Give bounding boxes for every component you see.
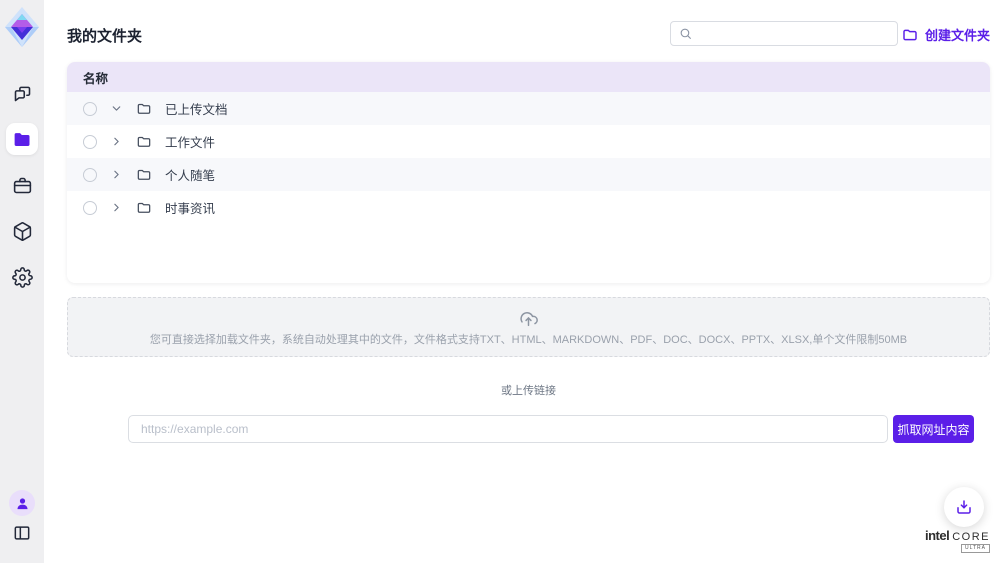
sidebar-item-folders[interactable] xyxy=(6,123,38,155)
ultra-badge: ultra xyxy=(961,544,990,553)
folder-name: 已上传文档 xyxy=(165,99,228,118)
core-wordmark: core xyxy=(952,531,990,543)
link-divider-label: 或上传链接 xyxy=(67,382,990,398)
app-logo xyxy=(4,6,40,48)
download-fab-button[interactable] xyxy=(944,487,984,527)
table-header: 名称 xyxy=(67,62,990,92)
panel-toggle-icon xyxy=(12,523,32,543)
sidebar-item-models[interactable] xyxy=(6,215,38,247)
upload-description: 您可直接选择加载文件夹，系统自动处理其中的文件，文件格式支持TXT、HTML、M… xyxy=(150,331,907,347)
row-checkbox[interactable] xyxy=(83,201,97,215)
row-checkbox[interactable] xyxy=(83,135,97,149)
row-checkbox[interactable] xyxy=(83,168,97,182)
page-title: 我的文件夹 xyxy=(67,25,142,46)
row-checkbox[interactable] xyxy=(83,102,97,116)
search-box[interactable] xyxy=(670,21,898,46)
app-window: 我的文件夹 创建文件夹 名称 已上传文档 xyxy=(0,0,1000,563)
user-icon xyxy=(15,496,30,511)
chevron-right-icon[interactable] xyxy=(110,201,123,214)
folder-name: 时事资讯 xyxy=(165,198,215,217)
folder-table: 名称 已上传文档 工作文件 个人随笔 xyxy=(67,62,990,283)
panel-toggle-button[interactable] xyxy=(12,523,32,543)
search-input[interactable] xyxy=(698,27,889,41)
cube-icon xyxy=(12,221,33,242)
create-folder-label: 创建文件夹 xyxy=(925,25,990,44)
folder-name: 个人随笔 xyxy=(165,165,215,184)
sidebar-item-workspace[interactable] xyxy=(6,169,38,201)
folder-plus-icon xyxy=(902,27,918,43)
sidebar-item-settings[interactable] xyxy=(6,261,38,293)
folder-icon xyxy=(136,101,152,117)
folder-icon xyxy=(136,134,152,150)
table-row[interactable]: 工作文件 xyxy=(67,125,990,158)
sidebar xyxy=(0,0,44,563)
sidebar-item-chat[interactable] xyxy=(6,77,38,109)
sidebar-nav xyxy=(6,77,38,293)
main-content: 我的文件夹 创建文件夹 名称 已上传文档 xyxy=(44,0,1000,563)
folder-icon xyxy=(136,200,152,216)
user-avatar[interactable] xyxy=(9,490,35,516)
column-name: 名称 xyxy=(83,68,108,87)
upload-dropzone[interactable]: 您可直接选择加载文件夹，系统自动处理其中的文件，文件格式支持TXT、HTML、M… xyxy=(67,297,990,357)
download-icon xyxy=(955,498,973,516)
chevron-down-icon[interactable] xyxy=(110,102,123,115)
table-row[interactable]: 个人随笔 xyxy=(67,158,990,191)
folder-icon xyxy=(12,129,33,150)
url-input[interactable] xyxy=(128,415,888,443)
chat-icon xyxy=(12,83,33,104)
folder-name: 工作文件 xyxy=(165,132,215,151)
table-row[interactable]: 已上传文档 xyxy=(67,92,990,125)
gear-icon xyxy=(12,267,33,288)
cloud-upload-icon xyxy=(518,308,539,329)
fetch-url-button[interactable]: 抓取网址内容 xyxy=(893,415,974,443)
chevron-right-icon[interactable] xyxy=(110,168,123,181)
create-folder-button[interactable]: 创建文件夹 xyxy=(902,25,990,44)
sidebar-bottom xyxy=(9,490,35,543)
chevron-right-icon[interactable] xyxy=(110,135,123,148)
search-icon xyxy=(679,27,692,40)
folder-icon xyxy=(136,167,152,183)
table-row[interactable]: 时事资讯 xyxy=(67,191,990,224)
intel-core-logo: intel core ultra xyxy=(928,528,990,553)
url-upload-row: 抓取网址内容 xyxy=(128,415,974,443)
briefcase-icon xyxy=(12,175,33,196)
intel-wordmark: intel xyxy=(925,528,949,543)
